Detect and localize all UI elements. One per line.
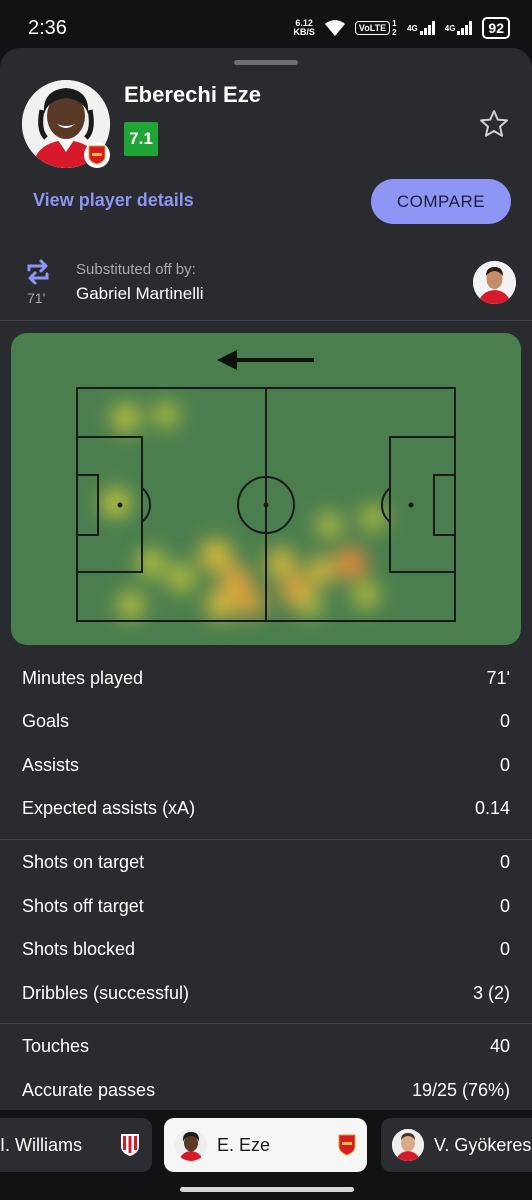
stat-label: Shots blocked — [22, 939, 136, 959]
player-tab-eze[interactable]: E. Eze — [164, 1118, 367, 1172]
substitution-icon — [27, 259, 49, 285]
stat-row-accurate-passes: Accurate passes 19/25 (76%) — [22, 1080, 510, 1101]
home-indicator[interactable] — [180, 1187, 354, 1192]
attack-direction-arrow-icon — [217, 350, 314, 370]
stat-row-minutes-played: Minutes played 71' — [22, 668, 510, 689]
favorite-star-icon[interactable] — [478, 108, 510, 140]
stat-value: 0 — [499, 711, 510, 731]
divider — [0, 1023, 532, 1024]
player-tab-avatar — [392, 1129, 424, 1161]
stat-value: 3 (2) — [472, 983, 510, 1003]
stat-label: Accurate passes — [22, 1080, 156, 1100]
stat-label: Shots off target — [22, 896, 144, 916]
player-tab-gyokeres[interactable]: V. Gyökeres — [381, 1118, 532, 1172]
signal-sim1-icon: 4G — [407, 21, 436, 35]
stat-row-shots-on-target: Shots on target 0 — [22, 852, 510, 873]
stat-row-touches: Touches 40 — [22, 1036, 510, 1057]
substitution-label: Substituted off by: — [76, 261, 196, 278]
stat-row-assists: Assists 0 — [22, 755, 510, 776]
stat-label: Expected assists (xA) — [22, 798, 196, 818]
view-player-details-link[interactable]: View player details — [33, 190, 194, 211]
player-tab-label: E. Eze — [217, 1134, 271, 1155]
stat-value: 0 — [499, 896, 510, 916]
stat-row-goals: Goals 0 — [22, 711, 510, 732]
stat-label: Goals — [22, 711, 70, 731]
player-tab-williams[interactable]: I. Williams — [0, 1118, 152, 1172]
touch-heatmap — [11, 333, 521, 645]
substitute-player-avatar[interactable] — [473, 261, 516, 304]
stat-row-shots-blocked: Shots blocked 0 — [22, 939, 510, 960]
stat-value: 40 — [489, 1036, 510, 1056]
arsenal-crest-icon — [338, 1134, 356, 1156]
stat-value: 0 — [499, 755, 510, 775]
stat-label: Touches — [22, 1036, 90, 1056]
signal-sim2-icon: 4G — [445, 21, 474, 35]
athletic-club-crest-icon — [121, 1134, 139, 1156]
arsenal-crest-icon — [84, 142, 110, 168]
stat-row-expected-assists: Expected assists (xA) 0.14 — [22, 798, 510, 819]
stat-value: 0 — [499, 852, 510, 872]
stat-label: Dribbles (successful) — [22, 983, 190, 1003]
player-tab-label: V. Gyökeres — [434, 1134, 532, 1155]
heat-zones — [102, 402, 386, 620]
status-time: 2:36 — [28, 17, 67, 39]
divider — [0, 839, 532, 840]
stat-value: 0 — [499, 939, 510, 959]
network-speed: 6.12 KB/S — [293, 18, 315, 37]
player-rating-badge: 7.1 — [124, 122, 158, 156]
heatmap-pitch — [76, 350, 456, 622]
stat-row-shots-off-target: Shots off target 0 — [22, 896, 510, 917]
compare-button[interactable]: COMPARE — [371, 179, 511, 224]
stat-row-dribbles: Dribbles (successful) 3 (2) — [22, 983, 510, 1004]
stat-label: Shots on target — [22, 852, 145, 872]
player-name: Eberechi Eze — [124, 82, 261, 107]
sheet-drag-handle[interactable] — [234, 60, 298, 65]
player-tab-label: I. Williams — [0, 1134, 82, 1155]
wifi-icon — [324, 20, 345, 36]
stat-value: 19/25 (76%) — [411, 1080, 510, 1100]
stat-label: Minutes played — [22, 668, 144, 688]
battery-indicator: 92 — [482, 17, 510, 39]
divider — [0, 320, 532, 321]
stat-label: Assists — [22, 755, 80, 775]
substitution-minute: 71' — [27, 290, 46, 306]
volte-indicator: VoLTE 1 2 — [354, 19, 398, 37]
stat-value: 71' — [486, 668, 510, 688]
substitute-player-name[interactable]: Gabriel Martinelli — [76, 284, 204, 304]
player-tab-bar: I. Williams E. Eze V. Gyökeres — [0, 1110, 532, 1200]
status-icons: 6.12 KB/S VoLTE 1 2 4G 4G 92 — [293, 14, 510, 42]
player-tab-avatar — [175, 1129, 207, 1161]
stat-value: 0.14 — [474, 798, 510, 818]
player-stats-sheet: Eberechi Eze 7.1 View player details COM… — [0, 48, 532, 1200]
